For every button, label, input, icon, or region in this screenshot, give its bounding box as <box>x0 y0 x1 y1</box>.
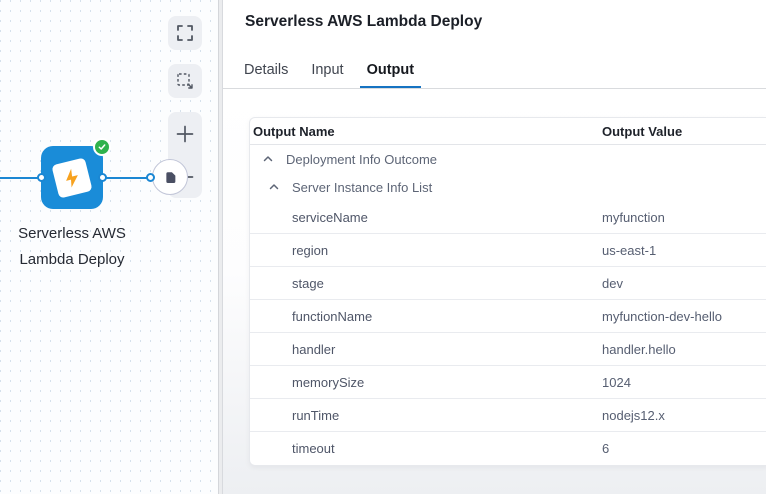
edge-end-port[interactable] <box>146 173 155 182</box>
group-row-server-instance-info-list[interactable]: Server Instance Info List <box>250 173 766 201</box>
tab-input[interactable]: Input <box>304 55 350 89</box>
group-row-label: Deployment Info Outcome <box>286 152 437 167</box>
column-header-output-name: Output Name <box>250 124 599 139</box>
output-name-cell: memorySize <box>250 375 599 390</box>
chevron-up-icon <box>268 181 280 193</box>
document-icon <box>163 170 178 185</box>
output-name-cell: timeout <box>250 441 599 456</box>
page-title: Serverless AWS Lambda Deploy <box>245 13 482 31</box>
output-table: Output Name Output Value Deployment Info… <box>249 117 766 466</box>
marquee-select-icon <box>176 72 194 90</box>
status-badge <box>93 138 111 156</box>
zoom-in-button[interactable] <box>168 114 202 154</box>
tab-bar: Details Input Output <box>237 55 421 89</box>
output-name-cell: runTime <box>250 408 599 423</box>
table-row: memorySize 1024 <box>250 366 766 399</box>
node-output-port[interactable] <box>98 173 107 182</box>
step-icon-tile <box>51 157 92 198</box>
table-row: timeout 6 <box>250 432 766 465</box>
step-node-serverless-aws-lambda-deploy[interactable] <box>41 146 103 209</box>
group-row-deployment-info-outcome[interactable]: Deployment Info Outcome <box>250 145 766 173</box>
lightning-bolt-icon <box>59 164 86 191</box>
output-value-cell: 1024 <box>599 375 766 390</box>
table-row: region us-east-1 <box>250 234 766 267</box>
group-row-label: Server Instance Info List <box>292 180 432 195</box>
app-window: Serverless AWS Lambda Deploy Serverless … <box>0 0 766 494</box>
table-row: functionName myfunction-dev-hello <box>250 300 766 333</box>
output-value-cell: nodejs12.x <box>599 408 766 423</box>
output-tab-content: Output Name Output Value Deployment Info… <box>223 89 766 494</box>
output-name-cell: handler <box>250 342 599 357</box>
check-circle-icon <box>97 142 107 152</box>
table-row: handler handler.hello <box>250 333 766 366</box>
output-value-cell: dev <box>599 276 766 291</box>
table-row: runTime nodejs12.x <box>250 399 766 432</box>
output-value-cell: handler.hello <box>599 342 766 357</box>
output-name-cell: serviceName <box>250 210 599 225</box>
table-row: stage dev <box>250 267 766 300</box>
output-value-cell: myfunction-dev-hello <box>599 309 766 324</box>
output-value-cell: myfunction <box>599 210 766 225</box>
tab-details[interactable]: Details <box>237 55 295 89</box>
column-header-output-value: Output Value <box>599 124 766 139</box>
output-name-cell: stage <box>250 276 599 291</box>
node-input-port[interactable] <box>37 173 46 182</box>
output-value-cell: 6 <box>599 441 766 456</box>
tab-output[interactable]: Output <box>360 55 422 89</box>
fullscreen-icon <box>176 24 194 42</box>
table-header-row: Output Name Output Value <box>250 118 766 145</box>
output-name-cell: region <box>250 243 599 258</box>
chevron-up-icon <box>262 153 274 165</box>
pipeline-canvas[interactable]: Serverless AWS Lambda Deploy <box>0 0 218 494</box>
fullscreen-button[interactable] <box>168 16 202 50</box>
marquee-select-button[interactable] <box>168 64 202 98</box>
output-marker-node[interactable] <box>152 159 188 195</box>
step-node-label: Serverless AWS Lambda Deploy <box>0 221 144 273</box>
table-row: serviceName myfunction <box>250 201 766 234</box>
output-name-cell: functionName <box>250 309 599 324</box>
step-details-panel: Serverless AWS Lambda Deploy Details Inp… <box>223 0 766 494</box>
output-value-cell: us-east-1 <box>599 243 766 258</box>
zoom-in-icon <box>176 125 194 143</box>
